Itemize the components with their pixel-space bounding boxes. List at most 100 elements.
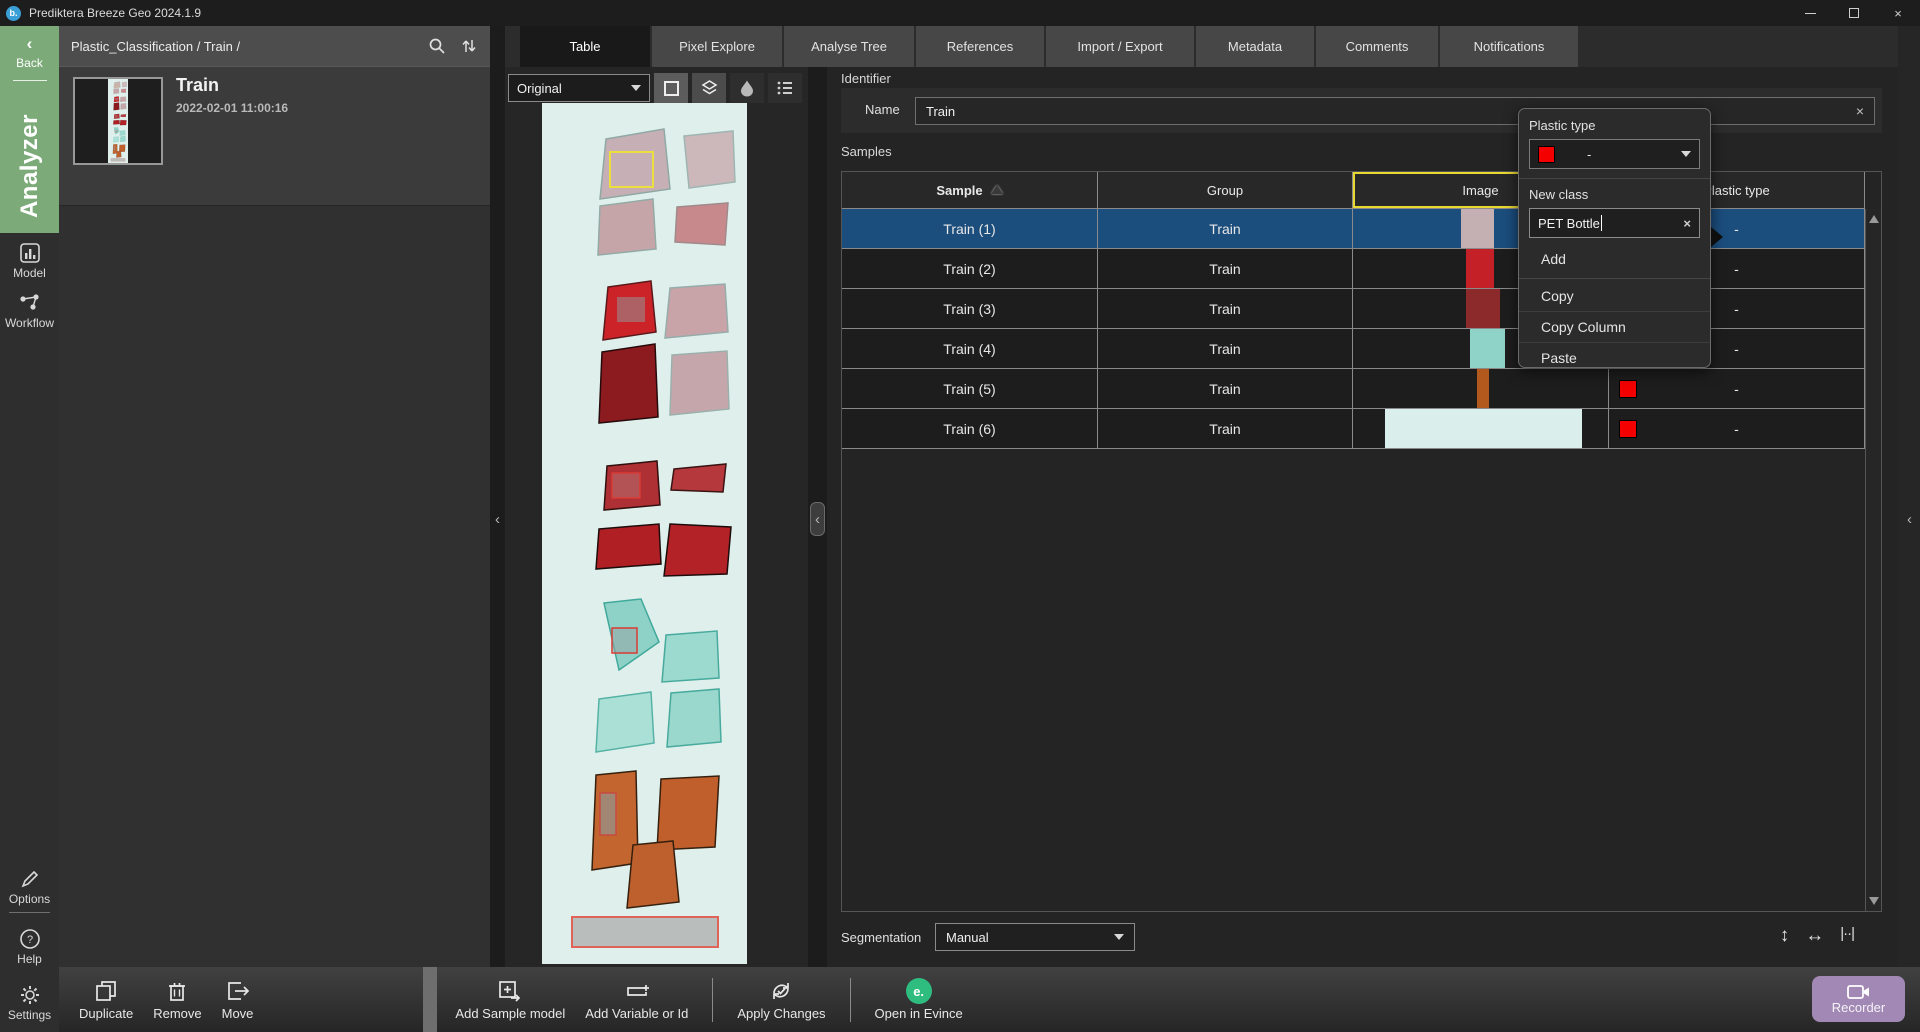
cell-image[interactable]	[1353, 409, 1609, 449]
minimize-button[interactable]	[1788, 0, 1832, 26]
table-row[interactable]: Train (1)Train-	[842, 209, 1881, 249]
apply-changes-button[interactable]: Apply Changes	[737, 979, 825, 1021]
plastic-type-dropdown[interactable]: -	[1529, 139, 1700, 169]
sidebar-item-workflow[interactable]: Workflow	[0, 292, 59, 330]
cell-sample[interactable]: Train (3)	[842, 289, 1098, 329]
breadcrumb[interactable]: Plastic_Classification / Train /	[71, 39, 240, 54]
tab-pixel-explore[interactable]: Pixel Explore	[652, 26, 782, 67]
menu-item-copy-column[interactable]: Copy Column	[1529, 312, 1700, 342]
tab-references[interactable]: References	[916, 26, 1044, 67]
plastic-type-value: -	[1734, 381, 1739, 397]
cell-group[interactable]: Train	[1098, 209, 1353, 249]
column-header-sample[interactable]: Sample	[842, 172, 1098, 209]
move-icon	[225, 979, 251, 1003]
chevron-down-icon	[1114, 934, 1124, 940]
tab-metadata[interactable]: Metadata	[1196, 26, 1314, 67]
open-in-evince-button[interactable]: e. Open in Evince	[875, 978, 963, 1021]
add-variable-button[interactable]: Add Variable or Id	[585, 979, 688, 1021]
cell-sample[interactable]: Train (5)	[842, 369, 1098, 409]
segmentation-select[interactable]: Manual	[935, 923, 1135, 951]
menu-item-copy[interactable]: Copy	[1529, 281, 1700, 311]
table-row[interactable]: Train (3)Train-	[842, 289, 1881, 329]
tab-comments[interactable]: Comments	[1316, 26, 1438, 67]
scroll-down-icon[interactable]	[1869, 897, 1879, 905]
text-cursor	[1601, 215, 1602, 231]
clear-name-icon[interactable]: ×	[1856, 103, 1864, 119]
cell-group[interactable]: Train	[1098, 249, 1353, 289]
cell-group[interactable]: Train	[1098, 409, 1353, 449]
cell-sample[interactable]: Train (2)	[842, 249, 1098, 289]
explorer-panel: Plastic_Classification / Train / Train 2…	[59, 26, 490, 967]
tab-bar: Table Pixel Explore Analyse Tree Referen…	[505, 26, 1920, 67]
cell-sample[interactable]: Train (4)	[842, 329, 1098, 369]
scan-image[interactable]	[542, 103, 747, 964]
cell-group[interactable]: Train	[1098, 329, 1353, 369]
sidebar-item-settings[interactable]: Settings	[0, 984, 59, 1022]
fit-horizontal-icon[interactable]: ↔	[1805, 925, 1824, 947]
pencil-icon	[19, 868, 41, 890]
add-sample-model-button[interactable]: Add Sample model	[455, 979, 565, 1021]
chevron-down-icon	[1681, 151, 1691, 157]
samples-table: Sample Group Image Plastic type Train (1…	[841, 171, 1882, 912]
color-swatch	[1538, 146, 1555, 163]
cell-sample[interactable]: Train (1)	[842, 209, 1098, 249]
list-item-train[interactable]: Train 2022-02-01 11:00:16	[59, 66, 490, 206]
cell-sample[interactable]: Train (6)	[842, 409, 1098, 449]
table-row[interactable]: Train (4)Train -	[842, 329, 1881, 369]
duplicate-button[interactable]: Duplicate	[79, 979, 133, 1021]
cell-image[interactable]	[1353, 369, 1609, 409]
column-header-group[interactable]: Group	[1098, 172, 1353, 209]
sidebar: ‹ Back Analyzer Model Workflow	[0, 26, 59, 1032]
cell-group[interactable]: Train	[1098, 289, 1353, 329]
tab-notifications[interactable]: Notifications	[1440, 26, 1578, 67]
collapse-right-handle[interactable]: ‹	[1902, 502, 1917, 536]
add-variable-icon	[624, 979, 650, 1003]
sidebar-item-help[interactable]: ? Help	[0, 928, 59, 966]
cell-plastic-type[interactable]: -	[1609, 409, 1865, 449]
close-button[interactable]: ×	[1876, 0, 1920, 26]
plastic-type-value: -	[1734, 341, 1739, 357]
table-row[interactable]: Train (6)Train -	[842, 409, 1881, 449]
right-edge-strip: ‹	[1898, 26, 1920, 967]
tab-analyse-tree[interactable]: Analyse Tree	[784, 26, 914, 67]
cell-plastic-type[interactable]: -	[1609, 369, 1865, 409]
new-class-input[interactable]: PET Bottle ×	[1529, 208, 1700, 238]
clear-input-icon[interactable]: ×	[1683, 216, 1691, 231]
table-row[interactable]: Train (2)Train-	[842, 249, 1881, 289]
tab-table[interactable]: Table	[520, 26, 650, 67]
menu-item-paste[interactable]: Paste	[1529, 343, 1700, 373]
name-input[interactable]: Train ×	[915, 97, 1875, 125]
view-contrast-button[interactable]	[730, 73, 764, 103]
layer-select[interactable]: Original	[508, 74, 650, 102]
popup-title: Plastic type	[1529, 118, 1700, 133]
collapse-viewer-handle[interactable]: ‹	[810, 502, 825, 536]
bottom-toolbar: Duplicate Remove Move	[59, 967, 1920, 1032]
view-square-button[interactable]	[654, 73, 688, 103]
close-icon: ×	[1894, 7, 1902, 20]
maximize-button[interactable]	[1832, 0, 1876, 26]
remove-button[interactable]: Remove	[153, 979, 201, 1021]
sidebar-item-model[interactable]: Model	[0, 242, 59, 280]
fit-width-icon[interactable]: |··|	[1840, 925, 1854, 947]
move-button[interactable]: Move	[222, 979, 254, 1021]
panel-divider: ‹	[808, 26, 827, 967]
item-timestamp: 2022-02-01 11:00:16	[176, 101, 288, 115]
fit-vertical-icon[interactable]: ↕	[1780, 925, 1790, 947]
square-icon	[663, 80, 680, 97]
tab-import-export[interactable]: Import / Export	[1046, 26, 1194, 67]
sort-icon[interactable]	[460, 37, 478, 55]
recorder-button[interactable]: Recorder	[1812, 976, 1905, 1022]
view-layers-button[interactable]	[692, 73, 726, 103]
table-scrollbar[interactable]	[1865, 209, 1881, 911]
table-row[interactable]: Train (5)Train -	[842, 369, 1881, 409]
view-list-button[interactable]	[768, 73, 802, 103]
menu-item-add[interactable]: Add	[1529, 244, 1700, 274]
collapse-explorer-handle[interactable]: ‹	[490, 502, 505, 536]
cell-group[interactable]: Train	[1098, 369, 1353, 409]
back-button[interactable]: ‹ Back	[0, 26, 59, 70]
toolbar-separator	[712, 978, 713, 1022]
sidebar-item-options[interactable]: Options	[0, 868, 59, 906]
search-icon[interactable]	[428, 37, 446, 55]
scroll-up-icon[interactable]	[1869, 215, 1879, 223]
scan-thumbnail-image	[108, 79, 128, 163]
